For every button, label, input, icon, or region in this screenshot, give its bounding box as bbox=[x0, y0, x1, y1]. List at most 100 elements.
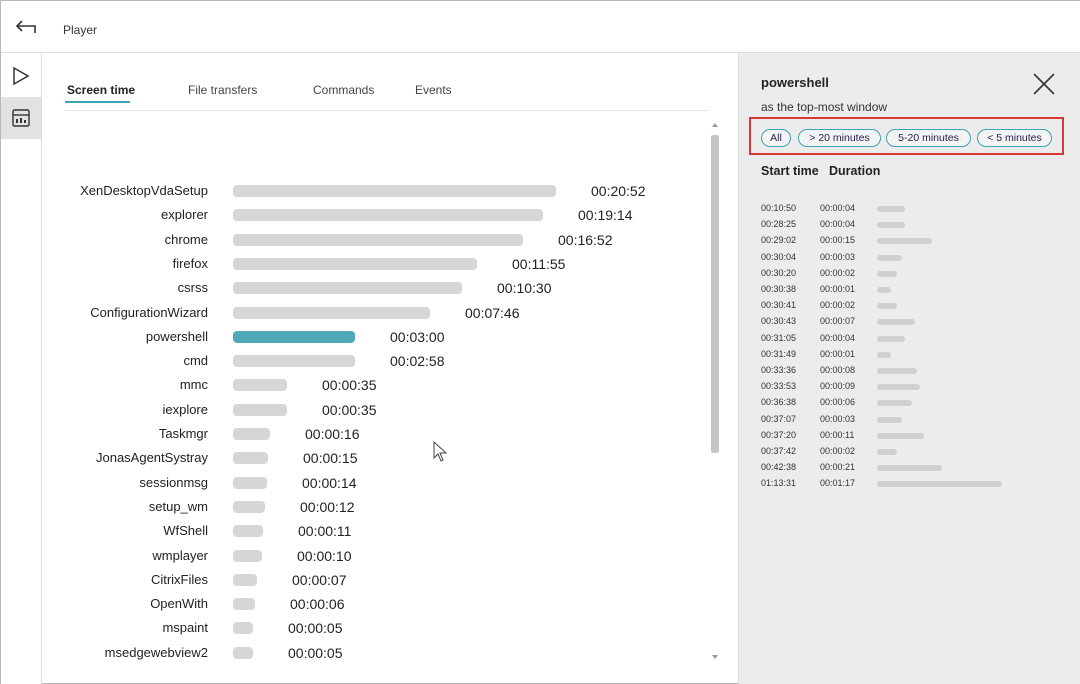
chart-row[interactable]: WfShell 00:00:11 bbox=[65, 521, 705, 541]
session-row[interactable]: 00:31:49 00:00:01 bbox=[761, 348, 1061, 364]
session-row[interactable]: 00:37:42 00:00:02 bbox=[761, 445, 1061, 461]
chart-row[interactable]: setup_wm 00:00:12 bbox=[65, 497, 705, 517]
filter-5-20-chip[interactable]: 5-20 minutes bbox=[886, 129, 971, 147]
chart-bar[interactable] bbox=[233, 646, 253, 659]
chart-bar[interactable] bbox=[233, 306, 430, 319]
chart-bar[interactable] bbox=[233, 452, 268, 465]
session-start-time: 00:33:53 bbox=[761, 381, 797, 392]
chart-value-label: 00:19:14 bbox=[578, 207, 633, 224]
chart-row-label: Taskmgr bbox=[158, 426, 208, 441]
chart-row[interactable]: powershell 00:03:00 bbox=[65, 327, 705, 347]
session-row[interactable]: 00:30:04 00:00:03 bbox=[761, 251, 1061, 267]
chart-value-label: 00:00:06 bbox=[290, 596, 345, 613]
chart-row[interactable]: CitrixFiles 00:00:07 bbox=[65, 570, 705, 590]
close-icon bbox=[1033, 73, 1055, 95]
tab-file-transfers[interactable]: File transfers bbox=[188, 83, 257, 97]
session-row[interactable]: 00:37:07 00:00:03 bbox=[761, 413, 1061, 429]
chart-bar[interactable] bbox=[233, 185, 556, 197]
screen-time-chart: XenDesktopVdaSetup 00:20:52 explorer 00:19:… bbox=[65, 119, 705, 679]
session-row[interactable]: 00:30:20 00:00:02 bbox=[761, 267, 1061, 283]
back-button[interactable] bbox=[9, 9, 45, 45]
scroll-thumb[interactable] bbox=[711, 135, 719, 453]
chart-bar[interactable] bbox=[233, 428, 270, 440]
scroll-down-icon[interactable] bbox=[712, 655, 718, 659]
chart-row-label: firefox bbox=[172, 255, 208, 271]
chart-row[interactable]: mspaint 00:00:05 bbox=[65, 618, 705, 638]
session-start-time: 00:31:49 bbox=[761, 348, 797, 359]
tab-commands[interactable]: Commands bbox=[313, 83, 374, 97]
session-row[interactable]: 00:30:38 00:00:01 bbox=[761, 283, 1061, 299]
chart-bar[interactable] bbox=[233, 525, 263, 538]
chart-bar[interactable] bbox=[233, 500, 265, 513]
chart-bar[interactable] bbox=[233, 476, 267, 489]
chart-row[interactable]: explorer 00:19:14 bbox=[65, 205, 705, 225]
chart-bar[interactable] bbox=[233, 209, 543, 222]
chart-row[interactable]: mmc 00:00:35 bbox=[65, 375, 705, 395]
chart-bar[interactable] bbox=[233, 233, 523, 246]
play-button[interactable] bbox=[1, 55, 41, 97]
chart-value-label: 00:07:46 bbox=[465, 304, 520, 321]
session-row[interactable]: 00:30:43 00:00:07 bbox=[761, 315, 1061, 331]
details-panel: powershell as the top-most window All > … bbox=[738, 53, 1080, 684]
chart-bar[interactable] bbox=[233, 257, 477, 270]
session-row[interactable]: 00:30:41 00:00:02 bbox=[761, 299, 1061, 315]
tab-screen-time[interactable]: Screen time bbox=[67, 83, 135, 97]
chart-row-label: setup_wm bbox=[148, 498, 208, 514]
chart-row[interactable]: Taskmgr 00:00:16 bbox=[65, 424, 705, 444]
session-start-time: 00:29:02 bbox=[761, 235, 797, 246]
session-row[interactable]: 00:37:20 00:00:11 bbox=[761, 429, 1061, 445]
session-row[interactable]: 00:28:25 00:00:04 bbox=[761, 218, 1061, 234]
chart-value-label: 00:00:12 bbox=[300, 498, 355, 515]
chart-value-label: 00:10:30 bbox=[497, 280, 552, 297]
chart-scrollbar[interactable] bbox=[709, 123, 721, 663]
left-rail bbox=[1, 53, 42, 684]
chart-value-label: 00:00:05 bbox=[288, 620, 343, 637]
chart-row[interactable]: ConfigurationWizard 00:07:46 bbox=[65, 303, 705, 323]
session-duration: 00:00:07 bbox=[820, 316, 856, 327]
chart-row[interactable]: csrss 00:10:30 bbox=[65, 278, 705, 298]
chart-row[interactable]: chrome 00:16:52 bbox=[65, 230, 705, 250]
chart-row[interactable]: wmplayer 00:00:10 bbox=[65, 546, 705, 566]
chart-bar[interactable] bbox=[233, 403, 287, 416]
session-duration-bar bbox=[877, 465, 942, 472]
chart-row[interactable]: iexplore 00:00:35 bbox=[65, 400, 705, 420]
session-start-time: 00:31:05 bbox=[761, 332, 797, 343]
session-row[interactable]: 00:29:02 00:00:15 bbox=[761, 234, 1061, 250]
session-row[interactable]: 00:42:38 00:00:21 bbox=[761, 461, 1061, 477]
chart-row-label: JonasAgentSystray bbox=[95, 450, 208, 466]
chart-value-label: 00:00:05 bbox=[288, 644, 343, 661]
chart-value-label: 00:00:14 bbox=[302, 474, 357, 491]
chart-row[interactable]: XenDesktopVdaSetup 00:20:52 bbox=[65, 181, 705, 201]
chart-bar[interactable] bbox=[233, 282, 462, 295]
chart-bar[interactable] bbox=[233, 355, 355, 368]
session-row[interactable]: 00:10:50 00:00:04 bbox=[761, 202, 1061, 218]
chart-bar[interactable] bbox=[233, 622, 253, 635]
chart-bar[interactable] bbox=[233, 598, 255, 611]
duration-filter-group: All > 20 minutes 5-20 minutes < 5 minute… bbox=[749, 117, 1064, 155]
scroll-up-icon[interactable] bbox=[712, 123, 718, 127]
session-row[interactable]: 00:31:05 00:00:04 bbox=[761, 332, 1061, 348]
chart-row[interactable]: cmd 00:02:58 bbox=[65, 351, 705, 371]
filter-all-chip[interactable]: All bbox=[761, 129, 791, 147]
chart-bar[interactable] bbox=[233, 573, 257, 586]
chart-bar[interactable] bbox=[233, 330, 355, 343]
filter-under-5-chip[interactable]: < 5 minutes bbox=[977, 129, 1052, 147]
session-row[interactable]: 00:33:53 00:00:09 bbox=[761, 380, 1061, 396]
chart-row[interactable]: OpenWith 00:00:06 bbox=[65, 594, 705, 614]
chart-row[interactable]: firefox 00:11:55 bbox=[65, 254, 705, 274]
session-row[interactable]: 00:36:38 00:00:06 bbox=[761, 396, 1061, 412]
session-duration: 00:00:06 bbox=[820, 397, 856, 408]
session-duration: 00:00:15 bbox=[820, 235, 856, 246]
chart-row[interactable]: sessionmsg 00:00:14 bbox=[65, 473, 705, 493]
chart-row[interactable]: JonasAgentSystray 00:00:15 bbox=[65, 448, 705, 468]
tab-bar: Screen time File transfers Commands Even… bbox=[65, 53, 709, 111]
session-row[interactable]: 00:33:36 00:00:08 bbox=[761, 364, 1061, 380]
chart-bar[interactable] bbox=[233, 379, 287, 392]
session-row[interactable]: 01:13:31 00:01:17 bbox=[761, 477, 1061, 493]
insights-button[interactable] bbox=[1, 97, 41, 139]
chart-bar[interactable] bbox=[233, 549, 262, 562]
filter-over-20-chip[interactable]: > 20 minutes bbox=[798, 129, 881, 147]
tab-events[interactable]: Events bbox=[415, 83, 452, 97]
chart-row[interactable]: msedgewebview2 00:00:05 bbox=[65, 643, 705, 663]
close-button[interactable] bbox=[1031, 71, 1057, 97]
